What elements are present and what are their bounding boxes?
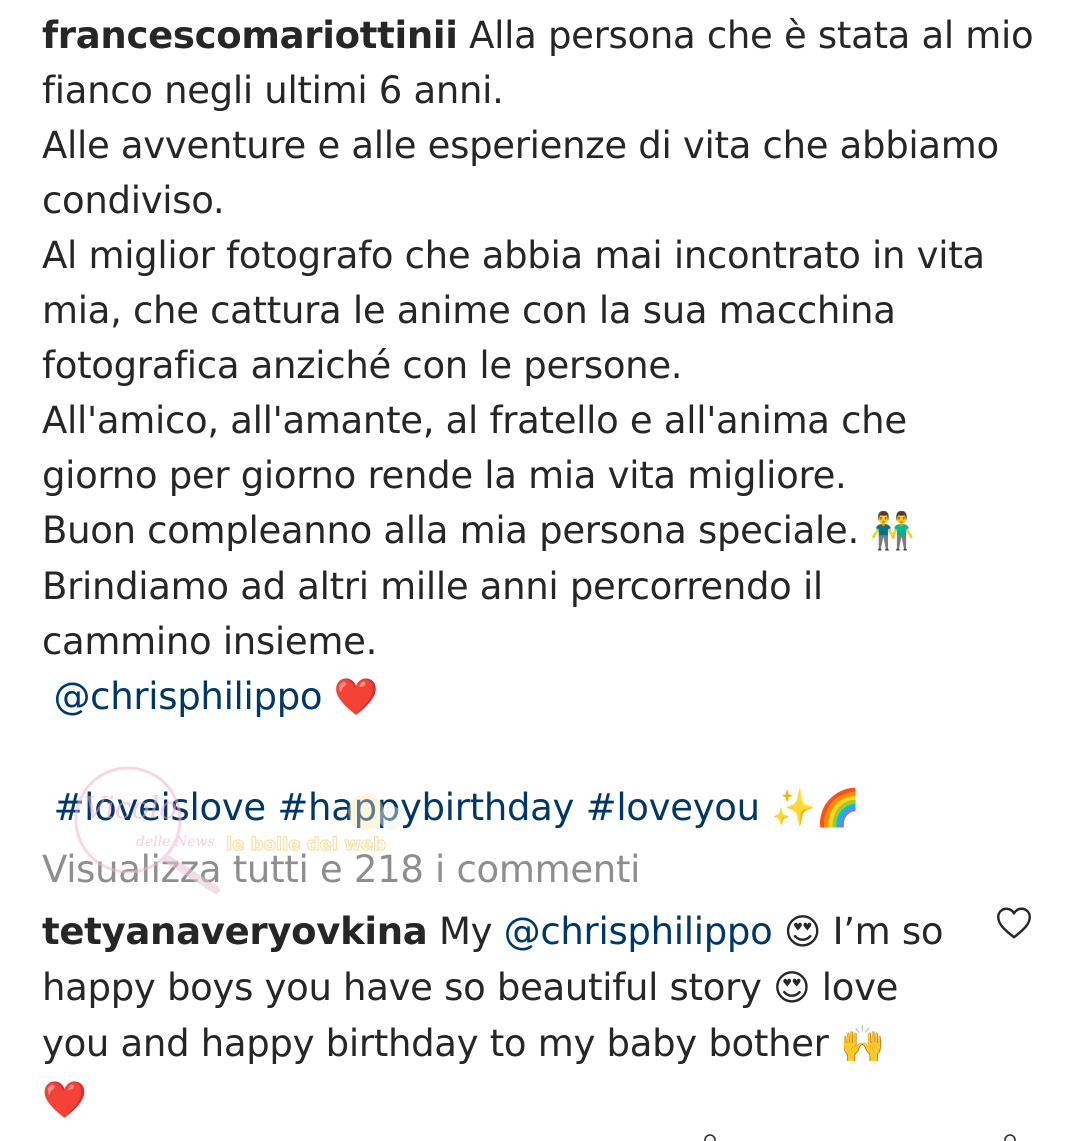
comment-text: happy boys you have so beautiful story (42, 966, 762, 1009)
next-comment-heart-icons (704, 1134, 1016, 1141)
hashtags-line: #loveislove #happybirthday #loveyou ✨🌈 (42, 780, 1032, 836)
post-caption: francescomariottinii Alla persona che è … (42, 8, 1034, 836)
hashtag-happybirthday[interactable]: #happybirthday (277, 786, 574, 829)
comment-item: tetyanaveryovkina My @chrisphilippo 😍 I’… (42, 904, 1002, 1128)
comment-author-username[interactable]: tetyanaveryovkina (42, 910, 428, 953)
hashtag-loveislove[interactable]: #loveislove (53, 786, 266, 829)
comment-line-4: ❤️ (42, 1072, 1002, 1128)
caption-line-2: fianco negli ultimi 6 anni. (42, 69, 504, 112)
caption-line-8: All'amico, all'amante, al fratello e all… (42, 399, 907, 442)
caption-line-1: francescomariottinii Alla persona che è … (42, 8, 1034, 63)
comment-line-2: happy boys you have so beautiful story 😍… (42, 960, 1002, 1016)
comment-text: you and happy birthday to my baby bother (42, 1022, 829, 1065)
comment-text: My (438, 910, 493, 953)
raised-hands-emoji: 🙌 (840, 1024, 885, 1065)
instagram-post-caption-view: francescomariottinii Alla persona che è … (0, 0, 1080, 1141)
caption-mention-line: @chrisphilippo ❤️ (42, 669, 1032, 725)
caption-line-7: fotografica anziché con le persone. (42, 344, 683, 387)
hashtag-loveyou[interactable]: #loveyou (586, 786, 760, 829)
sparkles-emoji: ✨ (771, 788, 816, 829)
caption-line-3: Alle avventure e alle esperienze di vita… (42, 124, 999, 167)
caption-line-6: mia, che cattura le anime con la sua mac… (42, 289, 896, 332)
comment-line-3: you and happy birthday to my baby bother… (42, 1016, 1002, 1072)
caption-text: Buon compleanno alla mia persona special… (42, 509, 859, 552)
comment-text: love (821, 966, 899, 1009)
heart-eyes-emoji: 😍 (783, 912, 822, 953)
caption-line-11: Brindiamo ad altri mille anni percorrend… (42, 565, 823, 608)
heart-outline-icon[interactable] (996, 906, 1032, 940)
caption-text: Alla persona che è stata al mio (469, 14, 1034, 57)
comment-text: I’m so (832, 910, 944, 953)
caption-line-4: condiviso. (42, 179, 225, 222)
caption-line-9: giorno per giorno rende la mia vita migl… (42, 454, 847, 497)
heart-emoji: ❤️ (333, 677, 379, 718)
comment-mention-link[interactable]: @chrisphilippo (504, 910, 773, 953)
view-all-comments-link[interactable]: Visualizza tutti e 218 i commenti (42, 842, 640, 897)
rainbow-emoji: 🌈 (815, 788, 861, 829)
comment-line-1: tetyanaveryovkina My @chrisphilippo 😍 I’… (42, 904, 1002, 960)
couple-emoji: 👬 (870, 511, 915, 552)
caption-line-10: Buon compleanno alla mia persona special… (42, 503, 1032, 559)
caption-line-5: Al miglior fotografo che abbia mai incon… (42, 234, 985, 277)
post-author-username[interactable]: francescomariottinii (42, 14, 458, 57)
caption-line-12: cammino insieme. (42, 620, 378, 663)
heart-eyes-emoji: 😍 (773, 968, 811, 1009)
mention-link[interactable]: @chrisphilippo (53, 675, 322, 718)
heart-emoji: ❤️ (42, 1080, 87, 1121)
